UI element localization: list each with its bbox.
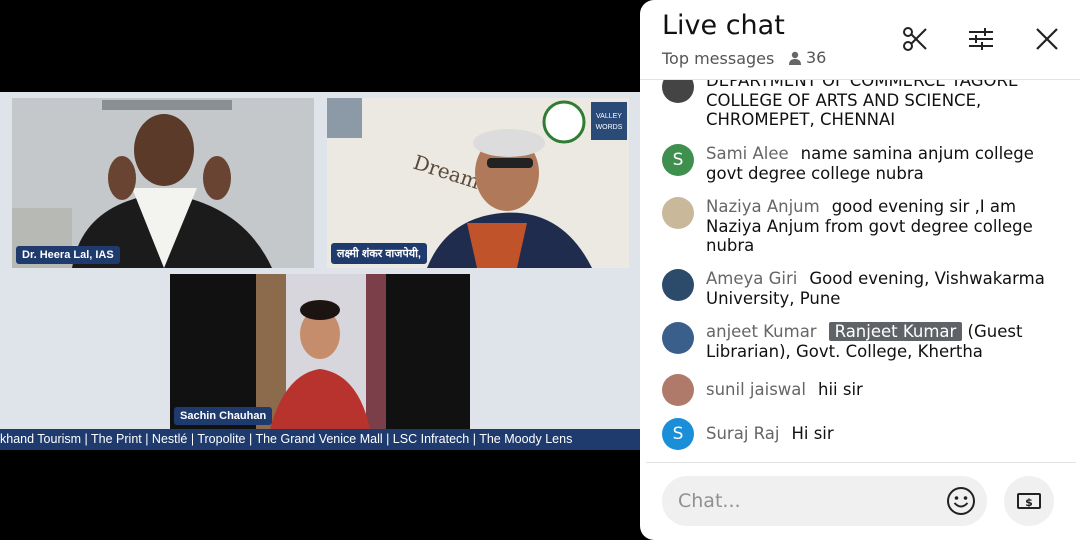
logo-text-2: WORDS <box>596 124 623 131</box>
sponsor-ticker: khand Tourism | The Print | Nestlé | Tro… <box>0 429 640 450</box>
scissors-icon <box>903 27 927 51</box>
participant-tile-1: Dr. Heera Lal, IAS <box>12 98 314 268</box>
avatar: S <box>662 144 694 176</box>
viewer-count: 36 <box>788 48 826 67</box>
speaker-1-image <box>12 98 314 268</box>
speaker-3-image <box>170 274 470 429</box>
participant-tile-3: Sachin Chauhan <box>170 274 470 429</box>
chat-message: sunil jaiswal hii sir <box>662 374 1062 406</box>
message-author[interactable]: anjeet Kumar <box>706 322 817 341</box>
message-author[interactable]: sunil jaiswal <box>706 380 806 399</box>
video-player[interactable]: Dr. Heera Lal, IAS VALLEY WORDS Dream लक… <box>0 0 648 540</box>
message-text: hii sir <box>818 380 863 399</box>
user-mention[interactable]: Ranjeet Kumar <box>828 322 963 341</box>
close-chat-button[interactable] <box>1030 22 1064 56</box>
emoji-button[interactable] <box>946 486 976 516</box>
chat-message-list[interactable]: DEPARTMENT OF COMMERCE TAGORE COLLEGE OF… <box>640 80 1080 463</box>
divider <box>646 462 1076 463</box>
message-text: Hi sir <box>791 424 834 443</box>
close-icon <box>1036 28 1058 50</box>
message-author[interactable]: Suraj Raj <box>706 424 779 443</box>
chat-header: Live chat Top messages 36 <box>640 0 1080 80</box>
chat-mode-selector[interactable]: Top messages <box>662 49 774 68</box>
clip-button[interactable] <box>898 22 932 56</box>
message-text: DEPARTMENT OF COMMERCE TAGORE COLLEGE OF… <box>706 80 1019 129</box>
chat-message: anjeet Kumar Ranjeet Kumar (Guest Librari… <box>662 322 1062 361</box>
avatar <box>662 197 694 229</box>
dollar-bill-icon: $ <box>1017 493 1041 509</box>
avatar: S <box>662 418 694 450</box>
smiley-icon <box>947 487 975 515</box>
logo-text-1: VALLEY <box>596 113 622 120</box>
avatar <box>662 374 694 406</box>
chat-message: Ameya Giri Good evening, Vishwakarma Univ… <box>662 269 1062 308</box>
chat-settings-button[interactable] <box>964 22 998 56</box>
chat-title: Live chat <box>662 10 785 41</box>
avatar <box>662 322 694 354</box>
chat-input-placeholder: Chat... <box>678 490 741 512</box>
viewer-count-value: 36 <box>806 48 827 67</box>
chat-message: DEPARTMENT OF COMMERCE TAGORE COLLEGE OF… <box>662 80 1062 130</box>
person-icon <box>789 51 801 65</box>
chat-message: S Suraj Raj Hi sir <box>662 418 1062 450</box>
avatar <box>662 269 694 301</box>
avatar <box>662 80 694 103</box>
live-chat-panel: Live chat Top messages 36 DEPARTMENT OF … <box>640 0 1080 540</box>
video-stage: Dr. Heera Lal, IAS VALLEY WORDS Dream लक… <box>0 92 640 450</box>
participant-tile-2: VALLEY WORDS Dream लक्ष्मी शंकर वाजपेयी, <box>327 98 629 268</box>
message-author[interactable]: Naziya Anjum <box>706 197 820 216</box>
chat-message: S Sami Alee name samina anjum college gov… <box>662 144 1062 183</box>
chat-message: Naziya Anjum good evening sir ,I am Naziy… <box>662 197 1062 256</box>
svg-text:$: $ <box>1025 496 1033 509</box>
sliders-icon <box>969 28 993 50</box>
message-author[interactable]: Ameya Giri <box>706 269 797 288</box>
participant-name: Sachin Chauhan <box>174 407 273 425</box>
participant-name: लक्ष्मी शंकर वाजपेयी, <box>331 243 427 264</box>
participant-name: Dr. Heera Lal, IAS <box>16 246 120 264</box>
super-chat-button[interactable]: $ <box>1004 476 1054 526</box>
message-author[interactable]: Sami Alee <box>706 144 789 163</box>
